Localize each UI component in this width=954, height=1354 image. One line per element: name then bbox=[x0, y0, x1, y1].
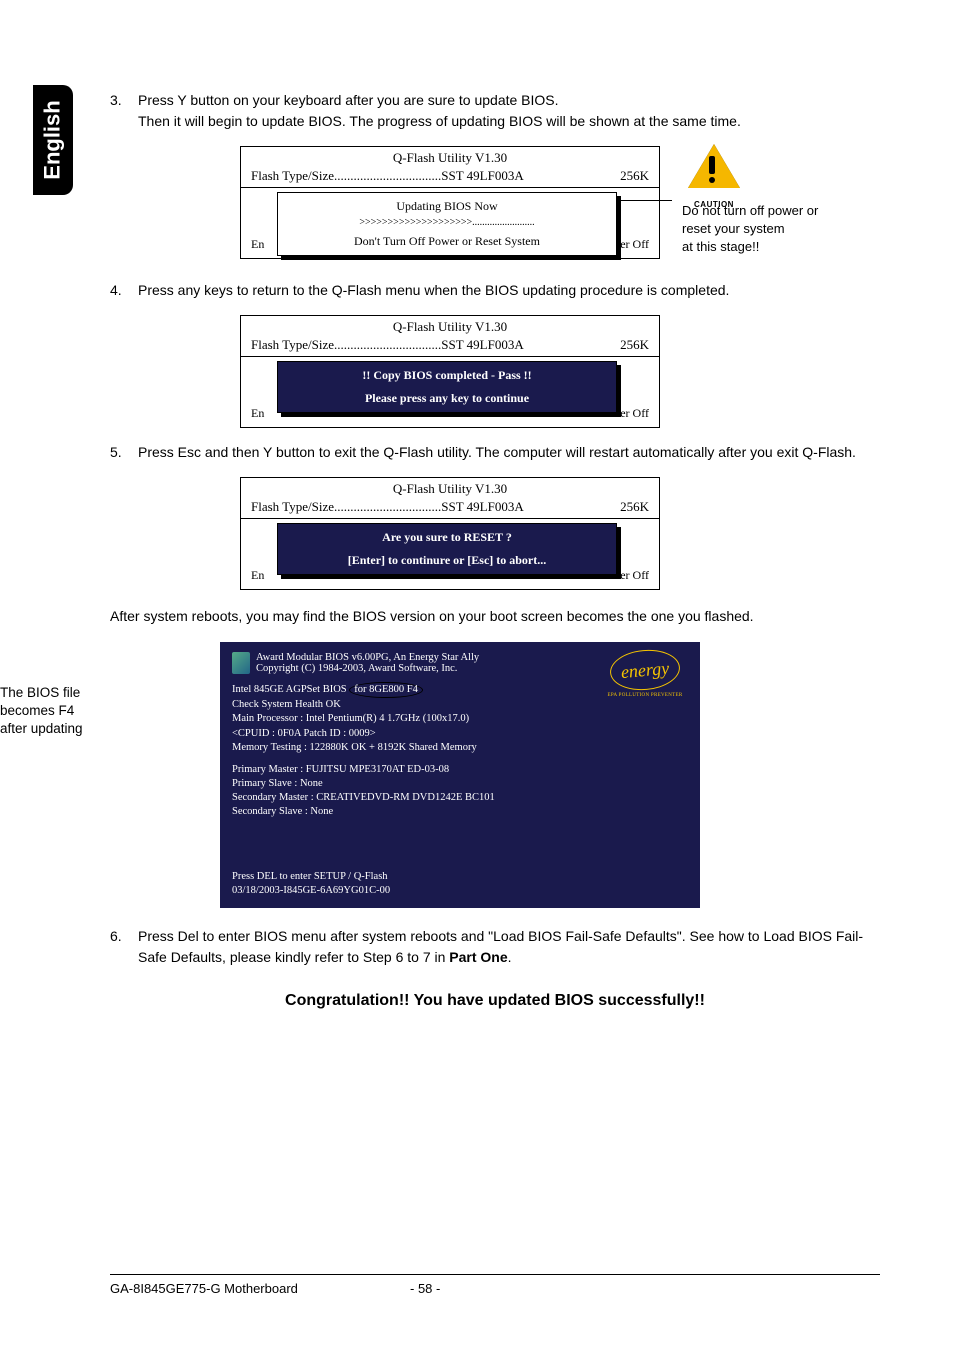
step-3-line1: Press Y button on your keyboard after yo… bbox=[138, 90, 880, 111]
flash-type-3: Flash Type/Size.........................… bbox=[251, 499, 524, 515]
step-4: 4. Press any keys to return to the Q-Fla… bbox=[110, 280, 880, 301]
step-5: 5. Press Esc and then Y button to exit t… bbox=[110, 442, 880, 463]
page-content: 3. Press Y button on your keyboard after… bbox=[110, 90, 880, 1010]
qflash-flashline: Flash Type/Size.........................… bbox=[241, 168, 659, 188]
step-3-body: Press Y button on your keyboard after yo… bbox=[138, 90, 880, 132]
step-3-num: 3. bbox=[110, 90, 138, 132]
language-tab-label: English bbox=[40, 100, 66, 179]
after-reboot-text: After system reboots, you may find the B… bbox=[110, 608, 880, 624]
step-6: 6. Press Del to enter BIOS menu after sy… bbox=[110, 926, 880, 968]
updating-line1: Updating BIOS Now bbox=[288, 199, 606, 214]
qf-footer-right: er Off bbox=[620, 237, 649, 252]
qf-footer-left: En bbox=[251, 237, 264, 252]
boot-l9: Secondary Slave : None bbox=[232, 805, 688, 819]
flash-size-3: 256K bbox=[620, 499, 649, 515]
boot-l7: Primary Slave : None bbox=[232, 777, 688, 791]
qflash-flashline-3: Flash Type/Size.........................… bbox=[241, 499, 659, 519]
qf-footer-right-3: er Off bbox=[620, 568, 649, 583]
caution-text-1: Do not turn off power or bbox=[682, 202, 818, 220]
qflash-title-2: Q-Flash Utility V1.30 bbox=[241, 316, 659, 337]
qf-footer-right-2: er Off bbox=[620, 406, 649, 421]
energy-subtext: EPA POLLUTION PREVENTER bbox=[600, 693, 690, 698]
caution-text-2: reset your system bbox=[682, 220, 818, 238]
energy-star-logo: energy EPA POLLUTION PREVENTER bbox=[600, 650, 690, 705]
qflash-dialog-completed: Q-Flash Utility V1.30 Flash Type/Size...… bbox=[240, 315, 660, 428]
boot-l1a: Intel 845GE AGPSet BIOS bbox=[232, 684, 349, 695]
step-5-text: Press Esc and then Y button to exit the … bbox=[138, 442, 880, 463]
completed-line1: !! Copy BIOS completed - Pass !! bbox=[288, 368, 606, 383]
completed-line2: Please press any key to continue bbox=[288, 391, 606, 406]
qf-footer-left-3: En bbox=[251, 568, 264, 583]
qf-footer-left-2: En bbox=[251, 406, 264, 421]
award-logo-icon bbox=[232, 652, 250, 674]
boot-l5: Memory Testing : 122880K OK + 8192K Shar… bbox=[232, 741, 688, 755]
updating-progress: >>>>>>>>>>>>>>>>>>>>....................… bbox=[288, 217, 606, 228]
boot-f2: 03/18/2003-I845GE-6A69YG01C-00 bbox=[232, 884, 688, 898]
step-4-text: Press any keys to return to the Q-Flash … bbox=[138, 280, 880, 301]
page-footer: GA-8I845GE775-G Motherboard - 58 - bbox=[110, 1274, 880, 1296]
footer-page-num: - 58 - bbox=[410, 1281, 580, 1296]
boot-l3: Main Processor : Intel Pentium(R) 4 1.7G… bbox=[232, 712, 688, 726]
boot-f1: Press DEL to enter SETUP / Q-Flash bbox=[232, 870, 688, 884]
qflash-flashline-2: Flash Type/Size.........................… bbox=[241, 337, 659, 357]
boot-hdr1: Award Modular BIOS v6.00PG, An Energy St… bbox=[256, 652, 479, 663]
step-6-after: . bbox=[508, 949, 512, 965]
congratulation-text: Congratulation!! You have updated BIOS s… bbox=[110, 992, 880, 1010]
energy-text: energy bbox=[608, 647, 681, 693]
flash-type-2: Flash Type/Size.........................… bbox=[251, 337, 524, 353]
step-6-bold: Part One bbox=[449, 949, 507, 965]
qflash-dialog-updating: Q-Flash Utility V1.30 Flash Type/Size...… bbox=[240, 146, 660, 259]
boot-hdr2: Copyright (C) 1984-2003, Award Software,… bbox=[256, 663, 479, 674]
boot-screen: energy EPA POLLUTION PREVENTER Award Mod… bbox=[220, 642, 700, 908]
flash-size: 256K bbox=[620, 168, 649, 184]
qflash-dialog-reset: Q-Flash Utility V1.30 Flash Type/Size...… bbox=[240, 477, 660, 590]
step-3: 3. Press Y button on your keyboard after… bbox=[110, 90, 880, 132]
reset-line2: [Enter] to continure or [Esc] to abort..… bbox=[288, 553, 606, 568]
language-tab: English bbox=[33, 85, 73, 195]
boot-l8: Secondary Master : CREATIVEDVD-RM DVD124… bbox=[232, 791, 688, 805]
qflash-title: Q-Flash Utility V1.30 bbox=[241, 147, 659, 168]
boot-version-highlight: for 8GE800 F4 bbox=[349, 682, 423, 698]
boot-l6: Primary Master : FUJITSU MPE3170AT ED-03… bbox=[232, 763, 688, 777]
flash-type: Flash Type/Size.........................… bbox=[251, 168, 524, 184]
reset-line1: Are you sure to RESET ? bbox=[288, 530, 606, 545]
boot-l4: <CPUID : 0F0A Patch ID : 0009> bbox=[232, 727, 688, 741]
step-3-line2: Then it will begin to update BIOS. The p… bbox=[138, 111, 880, 132]
caution-icon bbox=[682, 144, 746, 198]
step-5-num: 5. bbox=[110, 442, 138, 463]
footer-product: GA-8I845GE775-G Motherboard bbox=[110, 1281, 410, 1296]
caution-text: Do not turn off power or reset your syst… bbox=[682, 202, 818, 257]
step-6-body: Press Del to enter BIOS menu after syste… bbox=[138, 926, 880, 968]
qflash-title-3: Q-Flash Utility V1.30 bbox=[241, 478, 659, 499]
caution-text-3: at this stage!! bbox=[682, 238, 818, 256]
step-6-num: 6. bbox=[110, 926, 138, 968]
flash-size-2: 256K bbox=[620, 337, 649, 353]
boot-callout: The BIOS file becomes F4 after updating bbox=[0, 684, 100, 739]
step-4-num: 4. bbox=[110, 280, 138, 301]
